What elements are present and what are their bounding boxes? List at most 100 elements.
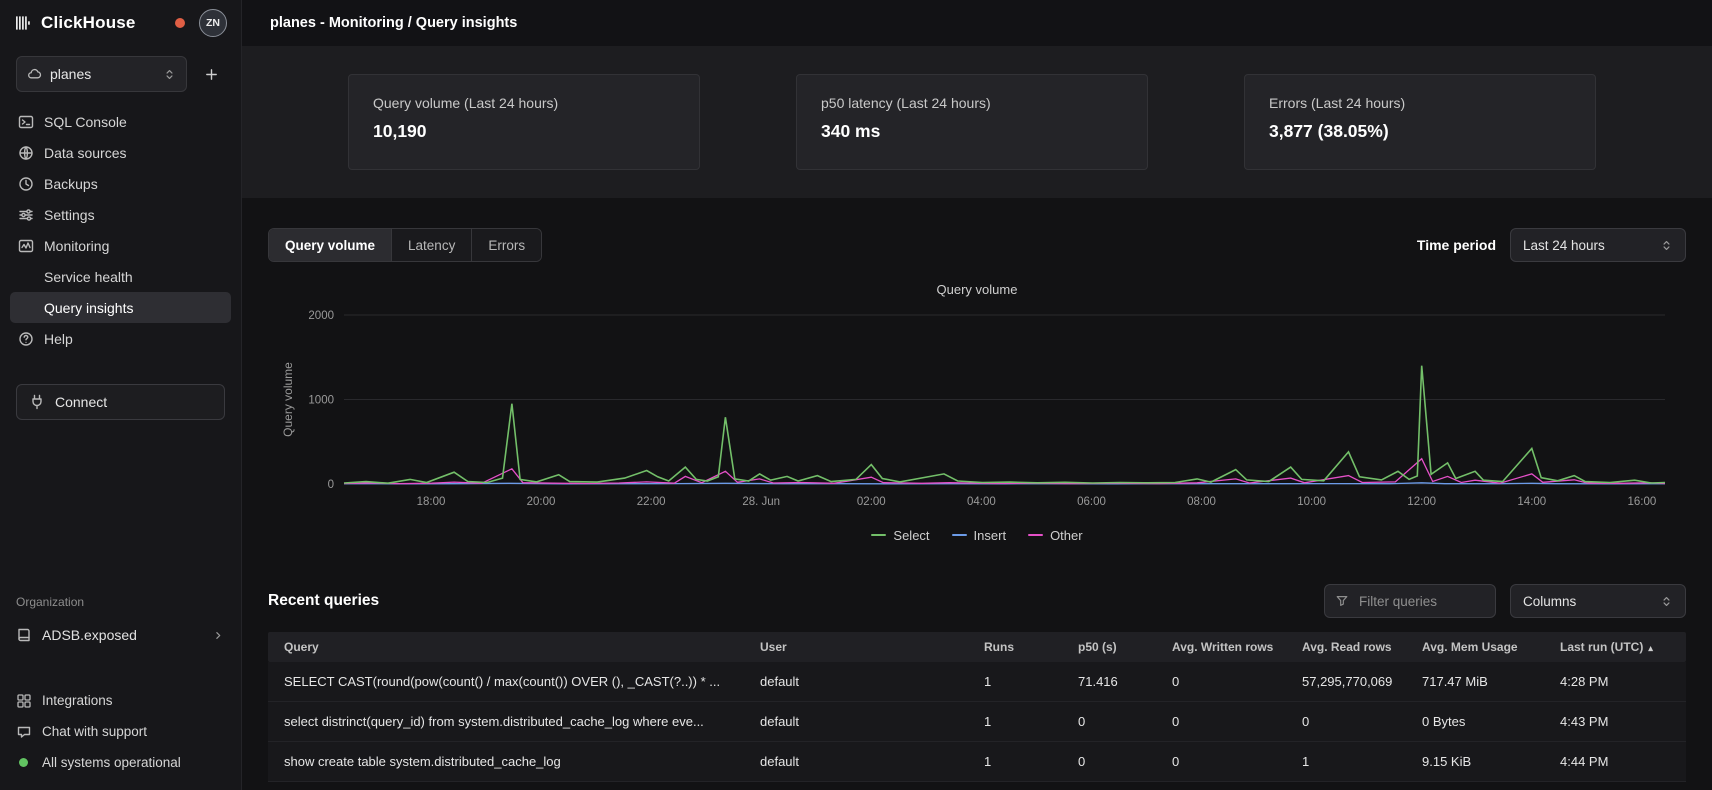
tab-errors[interactable]: Errors (472, 229, 541, 261)
sidebar-item-backups[interactable]: Backups (10, 168, 231, 199)
tab-latency[interactable]: Latency (392, 229, 472, 261)
filter-queries-input[interactable] (1357, 593, 1475, 610)
table-row[interactable]: show create table system.distributed_cac… (268, 742, 1686, 782)
nav-label: Backups (44, 176, 98, 192)
cell: 0 (1068, 754, 1162, 769)
column-header[interactable]: Avg. Mem Usage (1412, 640, 1550, 654)
breadcrumb: planes - Monitoring / Query insights (270, 15, 517, 31)
clickhouse-logo-icon (16, 15, 33, 31)
svg-text:28. Jun: 28. Jun (742, 496, 780, 508)
column-header[interactable]: User (750, 640, 974, 654)
cell: 9.15 KiB (1412, 754, 1550, 769)
sidebar-nav: SQL Console Data sources Backups Setting… (0, 104, 241, 354)
status-ok-dot (19, 758, 28, 767)
table-header-row: QueryUserRunsp50 (s)Avg. Written rowsAvg… (268, 632, 1686, 662)
stat-value: 340 ms (821, 121, 1123, 142)
footer-label: Chat with support (42, 724, 147, 739)
cell: 57,295,770,069 (1292, 674, 1412, 689)
system-status-item[interactable]: All systems operational (0, 747, 241, 778)
columns-label: Columns (1523, 594, 1576, 609)
svg-text:18:00: 18:00 (417, 496, 446, 508)
cell: 71.416 (1068, 674, 1162, 689)
workspace-name: planes (50, 66, 91, 82)
cell: 717.47 MiB (1412, 674, 1550, 689)
cell: default (750, 754, 974, 769)
topbar: planes - Monitoring / Query insights (242, 0, 1712, 46)
column-header[interactable]: Avg. Written rows (1162, 640, 1292, 654)
nav-label: Query insights (44, 300, 133, 316)
organization-icon (16, 627, 32, 643)
query-volume-chart[interactable]: 01000200018:0020:0022:0028. Jun02:0004:0… (268, 301, 1686, 516)
svg-text:1000: 1000 (308, 395, 334, 407)
sort-caret-icon: ▴ (1648, 643, 1653, 653)
legend-item[interactable]: Insert (952, 526, 1007, 544)
cell-query: SELECT CAST(round(pow(count() / max(coun… (268, 674, 750, 689)
column-header[interactable]: Query (268, 640, 750, 654)
svg-text:Query volume: Query volume (281, 362, 295, 437)
sidebar-header: ClickHouse ZN (0, 0, 241, 46)
stat-label: Errors (Last 24 hours) (1269, 95, 1571, 111)
svg-text:04:00: 04:00 (967, 496, 996, 508)
sidebar-item-service-health[interactable]: Service health (10, 261, 231, 292)
monitoring-pulse-icon (18, 238, 34, 254)
nav-label: Monitoring (44, 238, 109, 254)
app-root: ClickHouse ZN planes (0, 0, 1712, 790)
cell-query: select distrinct(query_id) from system.d… (268, 714, 750, 729)
sidebar-item-settings[interactable]: Settings (10, 199, 231, 230)
globe-icon (18, 145, 34, 161)
sidebar-item-help[interactable]: Help (10, 323, 231, 354)
table-row[interactable]: select distrinct(query_id) from system.d… (268, 702, 1686, 742)
avatar[interactable]: ZN (199, 9, 227, 37)
add-service-button[interactable] (197, 60, 225, 88)
cell: 4:44 PM (1550, 754, 1686, 769)
legend-item[interactable]: Other (1028, 526, 1083, 544)
workspace-selector[interactable]: planes (16, 56, 187, 92)
cell: 4:28 PM (1550, 674, 1686, 689)
cell: 0 (1068, 714, 1162, 729)
nav-label: Service health (44, 269, 133, 285)
cell: 1 (974, 754, 1068, 769)
organization-name: ADSB.exposed (42, 627, 137, 643)
brand-name: ClickHouse (41, 13, 136, 33)
stat-card-errors: Errors (Last 24 hours) 3,877 (38.05%) (1244, 74, 1596, 170)
notification-dot[interactable] (175, 18, 185, 28)
legend-label: Insert (974, 528, 1007, 543)
sidebar-item-monitoring[interactable]: Monitoring (10, 230, 231, 261)
column-header[interactable]: Last run (UTC)▴ (1550, 640, 1686, 654)
chat-support-item[interactable]: Chat with support (0, 716, 241, 747)
table-row[interactable]: SELECT CAST(round(pow(count() / max(coun… (268, 662, 1686, 702)
chevron-updown-icon (163, 68, 176, 81)
tabs-row: Query volume Latency Errors Time period … (268, 228, 1686, 262)
column-header[interactable]: Avg. Read rows (1292, 640, 1412, 654)
cell: 4:43 PM (1550, 714, 1686, 729)
sidebar-item-data-sources[interactable]: Data sources (10, 137, 231, 168)
sidebar-item-query-insights[interactable]: Query insights (10, 292, 231, 323)
stats-band: Query volume (Last 24 hours) 10,190 p50 … (242, 46, 1712, 198)
time-period-select[interactable]: Last 24 hours (1510, 228, 1686, 262)
tab-query-volume[interactable]: Query volume (269, 229, 392, 261)
recent-queries-title: Recent queries (268, 592, 379, 610)
recent-actions: Columns (1324, 584, 1686, 618)
cell: 0 (1162, 674, 1292, 689)
terminal-icon (18, 114, 34, 130)
main-area: planes - Monitoring / Query insights Que… (242, 0, 1712, 790)
plug-icon (29, 394, 45, 410)
column-header[interactable]: p50 (s) (1068, 640, 1162, 654)
column-header[interactable]: Runs (974, 640, 1068, 654)
legend-item[interactable]: Select (871, 526, 929, 544)
sidebar-item-sql-console[interactable]: SQL Console (10, 106, 231, 137)
nav-label: Settings (44, 207, 95, 223)
organization-label: Organization (0, 595, 241, 609)
filter-queries-box (1324, 584, 1496, 618)
stat-card-p50-latency: p50 latency (Last 24 hours) 340 ms (796, 74, 1148, 170)
cell: 1 (974, 714, 1068, 729)
clock-icon (18, 176, 34, 192)
connect-button[interactable]: Connect (16, 384, 225, 420)
time-period-control: Time period Last 24 hours (1417, 228, 1686, 262)
cell: 0 (1162, 754, 1292, 769)
svg-text:06:00: 06:00 (1077, 496, 1106, 508)
columns-select[interactable]: Columns (1510, 584, 1686, 618)
organization-item[interactable]: ADSB.exposed (0, 619, 241, 651)
cell: 0 Bytes (1412, 714, 1550, 729)
integrations-item[interactable]: Integrations (0, 685, 241, 716)
